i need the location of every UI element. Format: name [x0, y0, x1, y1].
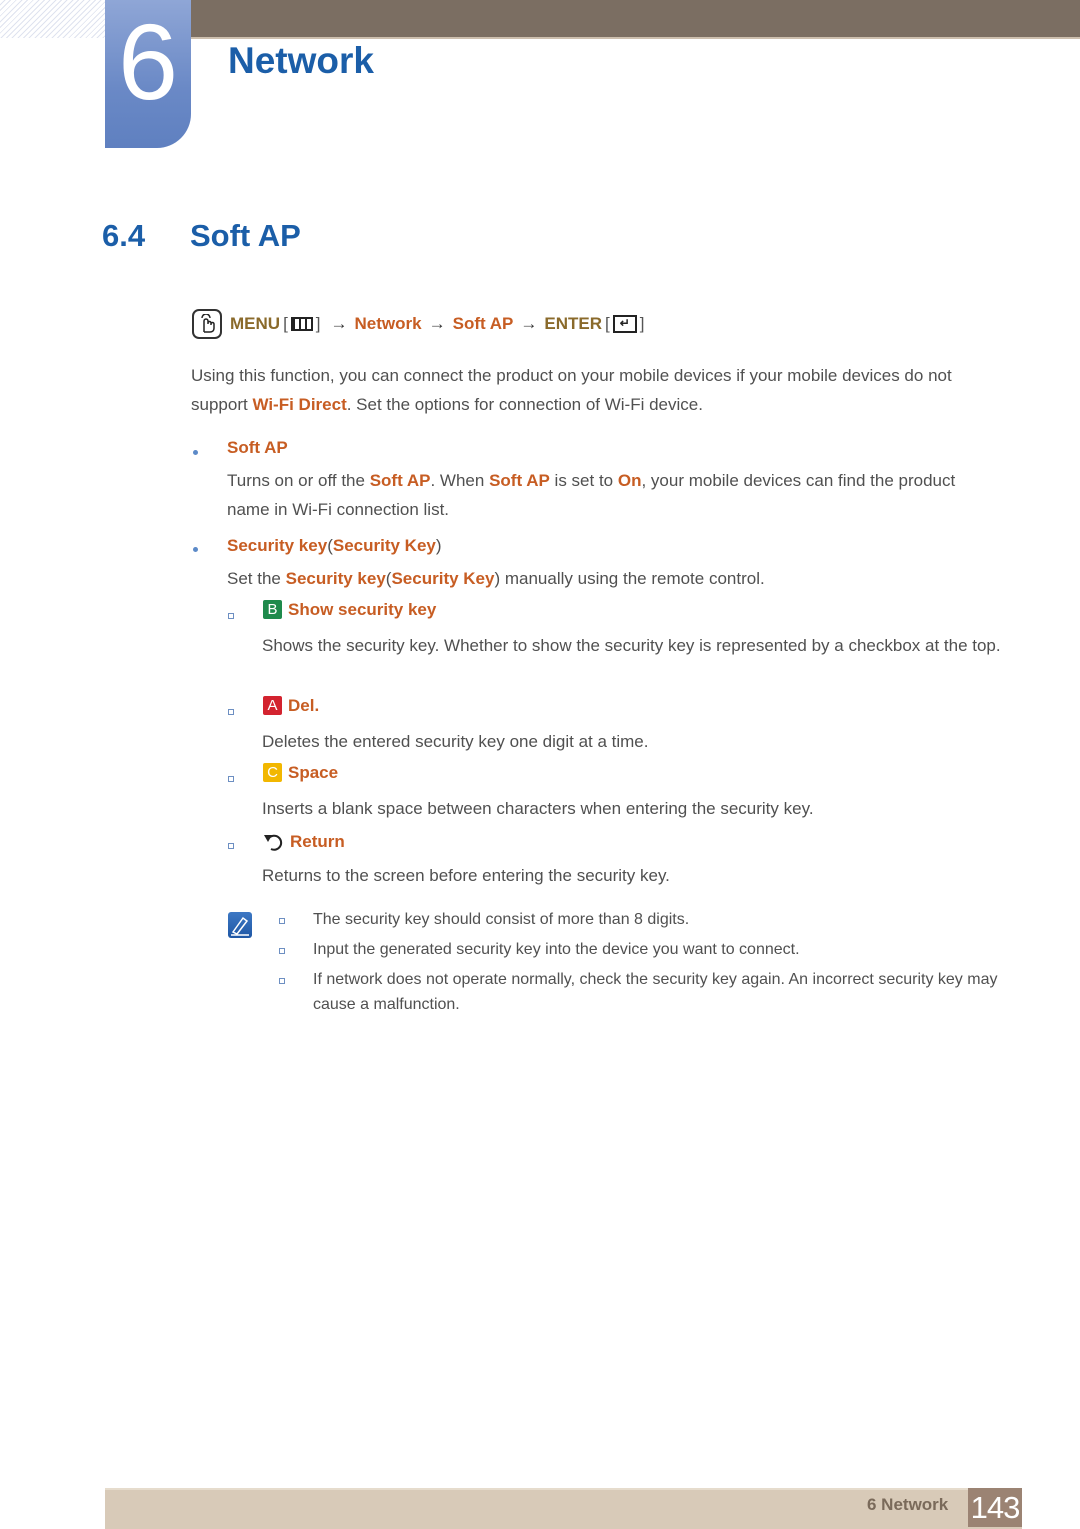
sub-item-description: Deletes the entered security key one dig… — [262, 732, 649, 751]
sub-item-title: Return — [290, 832, 345, 851]
square-bullet-icon — [279, 918, 285, 924]
chapter-number: 6 — [117, 1, 179, 122]
square-bullet-icon — [279, 978, 285, 984]
desc-text: Set the — [227, 569, 286, 588]
bullet-icon — [193, 547, 198, 552]
path-soft-ap: Soft AP — [452, 314, 514, 333]
square-bullet-icon — [228, 776, 234, 782]
chapter-title: Network — [228, 40, 374, 81]
sub-item-description: Inserts a blank space between characters… — [262, 799, 814, 818]
close-bracket: ] — [315, 314, 321, 333]
note-item: Input the generated security key into th… — [313, 941, 800, 958]
b-button-icon: B — [263, 600, 282, 619]
menu-path: MENU [ ] → Network → Soft AP → ENTER [ ↵… — [192, 306, 647, 342]
sub-item-space: C Space — [263, 763, 338, 783]
square-bullet-icon — [228, 709, 234, 715]
note-icon — [228, 912, 252, 938]
arrow-icon: → — [428, 314, 446, 333]
sub-item-show-security-key: B Show security key — [263, 600, 436, 620]
sub-item-description: Shows the security key. Whether to show … — [262, 636, 1001, 655]
section-number: 6.4 — [102, 218, 146, 253]
arrow-icon: → — [330, 314, 348, 333]
chapter-tab: 6 — [105, 0, 191, 148]
paren: ) — [435, 536, 442, 555]
decorative-hatch — [0, 0, 105, 38]
menu-label: MENU — [230, 314, 281, 333]
intro-text: . Set the options for connection of Wi-F… — [346, 395, 703, 414]
c-button-icon: C — [263, 763, 282, 782]
desc-text: Turns on or off the — [227, 471, 370, 490]
close-bracket: ] — [639, 314, 645, 333]
desc-text: ) manually using the remote control. — [494, 569, 765, 588]
a-button-icon: A — [263, 696, 282, 715]
bullet-icon — [193, 450, 198, 455]
security-key-description: Set the Security key(Security Key) manua… — [227, 564, 1002, 593]
path-network: Network — [354, 314, 422, 333]
sub-item-title: Space — [288, 763, 339, 782]
square-bullet-icon — [228, 843, 234, 849]
return-icon — [264, 834, 283, 851]
page-number: 143 — [968, 1488, 1022, 1527]
item-title-soft-ap: Soft AP — [227, 438, 288, 457]
enter-label: ENTER — [544, 314, 602, 333]
sub-item-description: Returns to the screen before entering th… — [262, 866, 670, 885]
note-item: If network does not operate normally, ch… — [313, 971, 998, 1013]
sub-item-return: Return — [263, 832, 345, 852]
footer-chapter-label: 6 Network — [867, 1495, 949, 1514]
open-bracket: [ — [605, 314, 610, 333]
sub-item-del: A Del. — [263, 696, 319, 716]
desc-text: . When — [430, 471, 490, 490]
wifi-direct-highlight: Wi-Fi Direct — [252, 395, 347, 414]
item-title-security-key: Security key(Security Key) — [227, 536, 442, 556]
security-key-highlight: Security key — [285, 569, 386, 588]
security-key-highlight: Security Key — [391, 569, 495, 588]
soft-ap-highlight: Soft AP — [369, 471, 431, 490]
header-bar — [190, 0, 1080, 39]
desc-text: is set to — [549, 471, 618, 490]
section-title: Soft AP — [190, 218, 301, 253]
intro-paragraph: Using this function, you can connect the… — [191, 361, 1001, 419]
security-key-label: Security Key — [332, 536, 436, 555]
on-highlight: On — [617, 471, 642, 490]
sub-item-title: Show security key — [288, 600, 437, 619]
note-item: The security key should consist of more … — [313, 911, 690, 928]
soft-ap-description: Turns on or off the Soft AP. When Soft A… — [227, 466, 1002, 524]
menu-button-icon — [290, 317, 313, 331]
sub-item-title: Del. — [288, 696, 320, 715]
arrow-icon: → — [520, 314, 538, 333]
open-bracket: [ — [283, 314, 288, 333]
square-bullet-icon — [279, 948, 285, 954]
enter-button-icon: ↵ — [612, 315, 637, 333]
hand-press-icon — [192, 309, 222, 339]
square-bullet-icon — [228, 613, 234, 619]
soft-ap-highlight: Soft AP — [489, 471, 550, 490]
security-key-label: Security key — [227, 536, 328, 555]
